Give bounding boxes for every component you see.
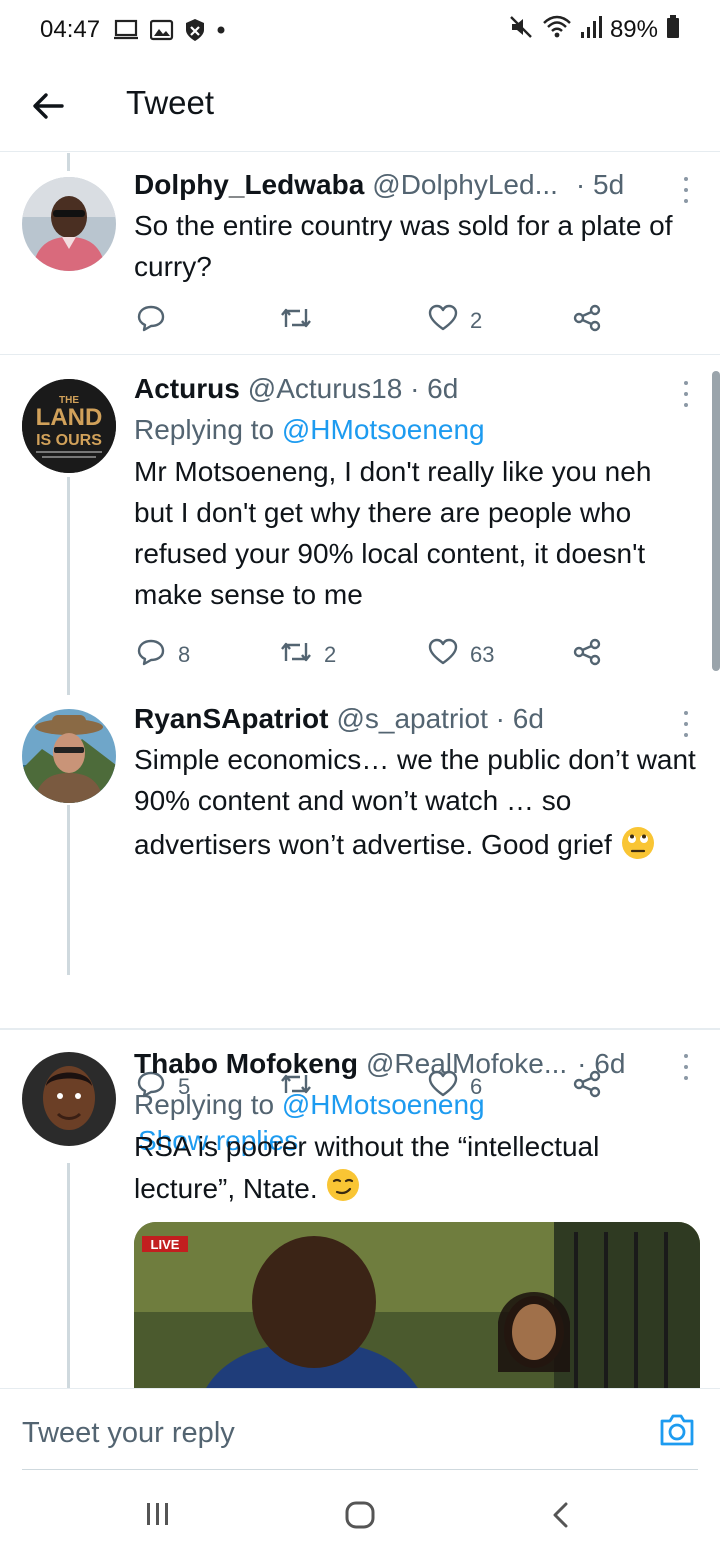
- heart-icon: [428, 304, 470, 338]
- share-button[interactable]: [572, 301, 614, 341]
- reply-icon: [136, 304, 178, 338]
- eye-roll-emoji-icon: [620, 825, 656, 872]
- retweet-icon: [280, 305, 324, 337]
- avatar[interactable]: [22, 177, 116, 271]
- user-handle[interactable]: @RealMofoke...: [366, 1044, 567, 1084]
- back-arrow-icon[interactable]: [28, 86, 68, 126]
- reply-button[interactable]: [136, 301, 178, 341]
- live-badge: LIVE: [151, 1237, 180, 1252]
- share-icon: [572, 304, 614, 338]
- reply-button[interactable]: 8: [136, 635, 190, 675]
- display-name[interactable]: Acturus: [134, 369, 240, 409]
- status-time: 04:47: [40, 16, 101, 43]
- avatar-text: IS OURS: [36, 432, 102, 449]
- share-button[interactable]: [572, 635, 614, 675]
- page-title: Tweet: [126, 84, 215, 121]
- wifi-icon: [542, 15, 572, 46]
- tweet-text: Simple economics… we the public don’t wa…: [134, 739, 698, 872]
- replying-to-link[interactable]: @HMotsoeneng: [282, 1089, 485, 1120]
- avatar[interactable]: [22, 709, 116, 803]
- like-button[interactable]: 63: [428, 635, 494, 675]
- more-options-icon[interactable]: [682, 1054, 690, 1080]
- retweet-count: 2: [324, 642, 337, 667]
- tweet-meta: RyanSApatriot @s_apatriot · 6d: [134, 699, 698, 739]
- display-name[interactable]: Dolphy_Ledwaba: [134, 165, 364, 205]
- signal-icon: [580, 15, 602, 46]
- mute-icon: [508, 14, 534, 47]
- system-nav-bar: [0, 1470, 720, 1560]
- heart-icon: [428, 638, 470, 672]
- tweet-time: · 6d: [577, 1048, 626, 1079]
- like-button[interactable]: 2: [428, 301, 482, 341]
- tweet-text: Mr Motsoeneng, I don't really like you n…: [134, 456, 652, 610]
- retweet-icon: [280, 639, 324, 671]
- avatar-text: LAND: [36, 404, 103, 431]
- tweet-actions: 8 2 63: [134, 635, 614, 675]
- replies-feed[interactable]: Dolphy_Ledwaba @DolphyLed... · 5d So the…: [0, 153, 720, 1388]
- shield-block-icon: [184, 18, 206, 42]
- tweet[interactable]: Dolphy_Ledwaba @DolphyLed... · 5d So the…: [0, 153, 720, 355]
- user-handle[interactable]: @DolphyLed...: [372, 165, 558, 205]
- replying-to: Replying to @HMotsoeneng: [134, 1084, 698, 1126]
- reply-icon: [136, 638, 178, 672]
- notification-dot-icon: [216, 25, 226, 35]
- replying-to-link[interactable]: @HMotsoeneng: [282, 414, 485, 445]
- more-options-icon[interactable]: [682, 381, 690, 407]
- reply-composer[interactable]: Tweet your reply: [0, 1388, 720, 1470]
- tweet[interactable]: THE LAND IS OURS Acturus @Acturus18 · 6d…: [0, 355, 720, 685]
- like-count: 63: [470, 642, 495, 667]
- scrollbar-thumb[interactable]: [712, 371, 720, 671]
- back-nav-icon[interactable]: [548, 1500, 574, 1535]
- tweet-time: · 5d: [575, 169, 625, 200]
- smirk-emoji-icon: [325, 1167, 361, 1214]
- battery-icon: [666, 14, 680, 46]
- retweet-button[interactable]: [280, 301, 324, 341]
- tweet-actions: 2: [134, 301, 614, 341]
- replying-to: Replying to @HMotsoeneng: [134, 409, 698, 451]
- cast-icon: [114, 19, 140, 41]
- more-options-icon[interactable]: [682, 711, 690, 737]
- more-options-icon[interactable]: [682, 177, 690, 203]
- display-name[interactable]: Thabo Mofokeng: [134, 1044, 358, 1084]
- tweet[interactable]: RyanSApatriot @s_apatriot · 6d Simple ec…: [0, 685, 720, 1156]
- tweet-text: RSA is poorer without the “intellectual …: [134, 1126, 698, 1214]
- user-handle[interactable]: @Acturus18 · 6d: [248, 369, 459, 409]
- like-count: 2: [470, 308, 483, 333]
- top-app-bar: Tweet: [0, 60, 720, 152]
- tweet-meta: Dolphy_Ledwaba @DolphyLed... · 5d: [134, 165, 698, 205]
- replying-label: Replying to: [134, 1089, 282, 1120]
- display-name[interactable]: RyanSApatriot: [134, 699, 328, 739]
- home-icon[interactable]: [344, 1500, 376, 1535]
- avatar[interactable]: [22, 1052, 116, 1146]
- share-icon: [572, 638, 614, 672]
- status-bar: 04:47 89%: [0, 0, 720, 60]
- reply-input[interactable]: Tweet your reply: [22, 1417, 235, 1450]
- tweet-text-body: RSA is poorer without the “intellectual …: [134, 1131, 600, 1204]
- tweet-meta: Acturus @Acturus18 · 6d: [134, 369, 698, 409]
- tweet[interactable]: Thabo Mofokeng @RealMofoke... · 6d Reply…: [0, 1029, 720, 1388]
- replying-label: Replying to: [134, 414, 282, 445]
- avatar[interactable]: THE LAND IS OURS: [22, 379, 116, 473]
- tweet-meta: Thabo Mofokeng @RealMofoke... · 6d: [134, 1044, 698, 1084]
- tweet-media-image[interactable]: LIVE: [134, 1222, 700, 1388]
- gallery-icon: [150, 19, 174, 41]
- battery-percent: 89%: [609, 16, 658, 43]
- recent-apps-icon[interactable]: [144, 1500, 172, 1533]
- tweet-text: So the entire country was sold for a pla…: [134, 210, 673, 282]
- camera-icon[interactable]: [658, 1413, 696, 1452]
- retweet-button[interactable]: 2: [280, 635, 336, 675]
- reply-count: 8: [178, 642, 191, 667]
- user-handle[interactable]: @s_apatriot · 6d: [336, 699, 543, 739]
- tweet-text-body: Simple economics… we the public don’t wa…: [134, 744, 696, 860]
